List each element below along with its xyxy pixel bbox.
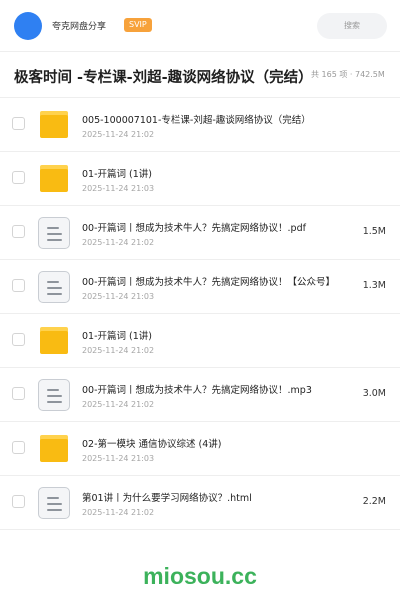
row-checkbox[interactable] <box>12 495 25 508</box>
file-name[interactable]: 00-开篇词丨想成为技术牛人？先搞定网络协议！.mp3 <box>82 382 342 396</box>
file-size: 3.0M <box>362 388 386 399</box>
file-row[interactable]: 005-100007101-专栏课-刘超-趣谈网络协议（完结） 2025-11-… <box>0 98 400 152</box>
row-checkbox[interactable] <box>12 387 25 400</box>
svip-badge: SVIP <box>124 18 152 32</box>
document-icon <box>36 487 72 519</box>
row-checkbox[interactable] <box>12 441 25 454</box>
document-icon <box>36 271 72 303</box>
file-row[interactable]: 01-开篇词 (1讲) 2025-11-24 21:02 <box>0 314 400 368</box>
search-button[interactable]: 搜索 <box>317 13 387 39</box>
file-date: 2025-11-24 21:02 <box>82 400 155 409</box>
file-row[interactable]: 01-开篇词 (1讲) 2025-11-24 21:03 <box>0 152 400 206</box>
file-row[interactable]: 00-开篇词丨想成为技术牛人？先搞定网络协议！.mp3 2025-11-24 2… <box>0 368 400 422</box>
file-name[interactable]: 01-开篇词 (1讲) <box>82 328 342 342</box>
file-list: 005-100007101-专栏课-刘超-趣谈网络协议（完结） 2025-11-… <box>0 98 400 530</box>
folder-icon <box>36 109 72 141</box>
folder-icon <box>36 163 72 195</box>
row-checkbox[interactable] <box>12 225 25 238</box>
site-watermark: miosou.cc <box>143 563 257 589</box>
file-name[interactable]: 01-开篇词 (1讲) <box>82 166 342 180</box>
folder-icon <box>36 433 72 465</box>
file-size: 1.5M <box>362 226 386 237</box>
file-date: 2025-11-24 21:03 <box>82 292 155 301</box>
avatar[interactable] <box>14 12 42 40</box>
file-size: 2.2M <box>362 496 386 507</box>
document-icon <box>36 217 72 249</box>
file-row[interactable]: 第01讲丨为什么要学习网络协议？.html 2025-11-24 21:02 2… <box>0 476 400 530</box>
file-name[interactable]: 第01讲丨为什么要学习网络协议？.html <box>82 490 342 504</box>
file-size: 1.3M <box>362 280 386 291</box>
file-name[interactable]: 005-100007101-专栏课-刘超-趣谈网络协议（完结） <box>82 112 342 126</box>
file-name[interactable]: 00-开篇词丨想成为技术牛人？先搞定网络协议！.pdf <box>82 220 342 234</box>
row-checkbox[interactable] <box>12 171 25 184</box>
document-icon <box>36 379 72 411</box>
file-date: 2025-11-24 21:02 <box>82 508 155 517</box>
file-date: 2025-11-24 21:02 <box>82 346 155 355</box>
file-date: 2025-11-24 21:03 <box>82 184 155 193</box>
brand-name: 夸克网盘分享 <box>52 22 107 32</box>
file-date: 2025-11-24 21:02 <box>82 238 155 247</box>
file-row[interactable]: 00-开篇词丨想成为技术牛人？先搞定网络协议！【公众号】 2025-11-24 … <box>0 260 400 314</box>
folder-title-bar: 极客时间 -专栏课-刘超-趣谈网络协议（完结） 共 165 项 · 742.5M <box>0 52 400 98</box>
row-checkbox[interactable] <box>12 117 25 130</box>
folder-icon <box>36 325 72 357</box>
file-date: 2025-11-24 21:02 <box>82 130 155 139</box>
page-title: 极客时间 -专栏课-刘超-趣谈网络协议（完结） <box>14 70 313 86</box>
file-name[interactable]: 02-第一模块 通信协议综述 (4讲) <box>82 436 342 450</box>
top-header: 夸克网盘分享 SVIP 搜索 <box>0 0 400 52</box>
file-row[interactable]: 02-第一模块 通信协议综述 (4讲) 2025-11-24 21:03 <box>0 422 400 476</box>
file-row[interactable]: 00-开篇词丨想成为技术牛人？先搞定网络协议！.pdf 2025-11-24 2… <box>0 206 400 260</box>
file-name[interactable]: 00-开篇词丨想成为技术牛人？先搞定网络协议！【公众号】 <box>82 274 342 288</box>
folder-meta: 共 165 项 · 742.5M <box>311 70 385 79</box>
row-checkbox[interactable] <box>12 333 25 346</box>
file-date: 2025-11-24 21:03 <box>82 454 155 463</box>
row-checkbox[interactable] <box>12 279 25 292</box>
